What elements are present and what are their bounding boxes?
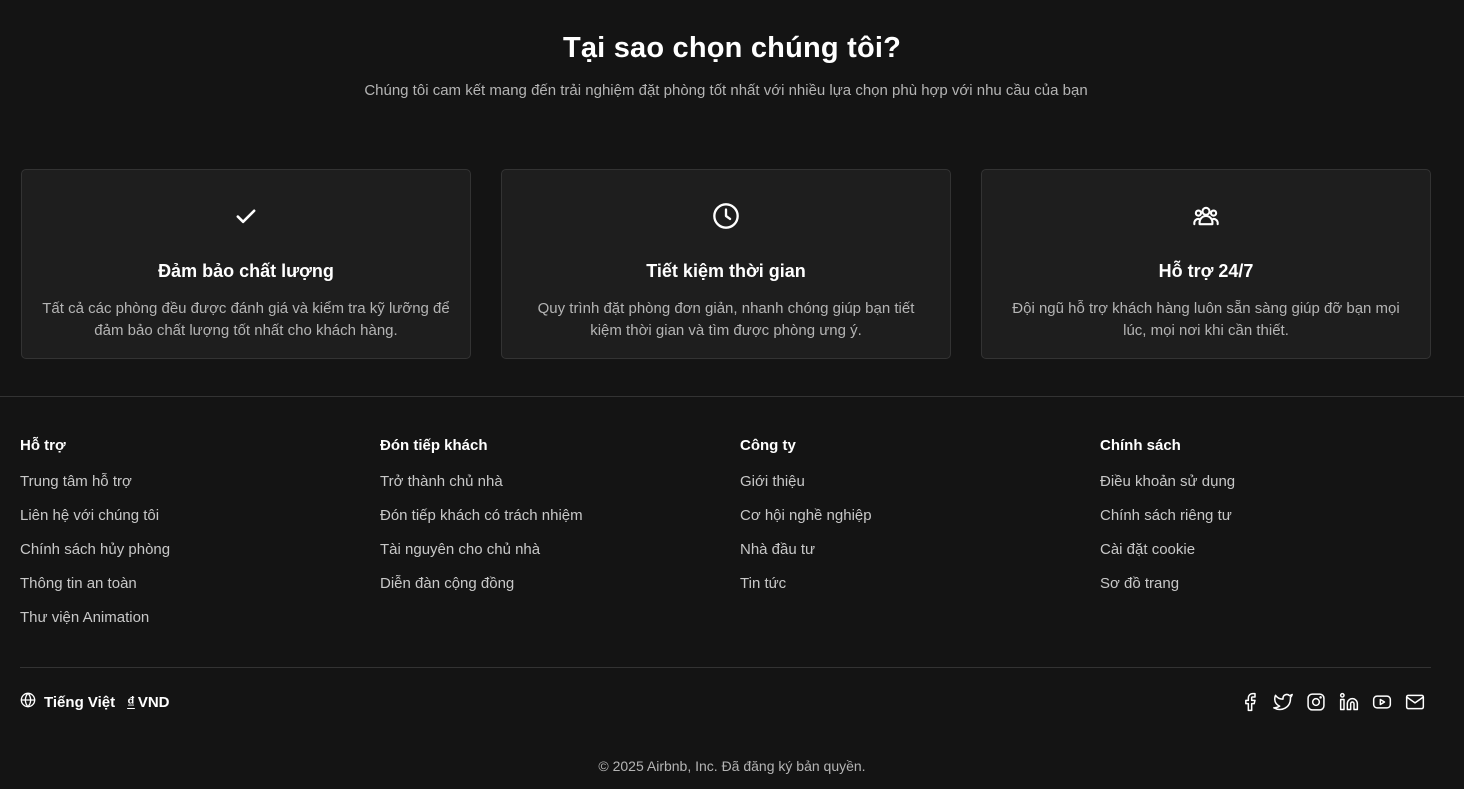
locale-settings: Tiếng Việt ₫ VND bbox=[20, 691, 170, 713]
card-description: Đội ngũ hỗ trợ khách hàng luôn sẵn sàng … bbox=[1012, 300, 1400, 339]
link-list: Trở thành chủ nhà Đón tiếp khách có trác… bbox=[380, 472, 720, 608]
footer-link[interactable]: Trung tâm hỗ trợ bbox=[20, 473, 132, 490]
footer-column-hosting: Đón tiếp khách Trở thành chủ nhà Đón tiế… bbox=[380, 436, 720, 608]
footer-column-company: Công ty Giới thiệu Cơ hội nghề nghiệp Nh… bbox=[740, 436, 1080, 608]
footer-columns: Hỗ trợ Trung tâm hỗ trợ Liên hệ với chún… bbox=[20, 436, 1450, 636]
footer-link[interactable]: Đón tiếp khách có trách nhiệm bbox=[380, 507, 583, 524]
footer-link[interactable]: Liên hệ với chúng tôi bbox=[20, 507, 159, 524]
section-subtitle: Chúng tôi cam kết mang đến trải nghiệm đ… bbox=[364, 82, 1088, 99]
youtube-icon[interactable] bbox=[1372, 692, 1392, 712]
footer-column-policy: Chính sách Điều khoản sử dụng Chính sách… bbox=[1100, 436, 1440, 608]
card-description: Quy trình đặt phòng đơn giản, nhanh chón… bbox=[537, 300, 915, 339]
linkedin-icon[interactable] bbox=[1339, 692, 1359, 712]
why-choose-us-section: Tại sao chọn chúng tôi? Chúng tôi cam kế… bbox=[0, 0, 1464, 397]
column-title: Chính sách bbox=[1100, 437, 1181, 454]
footer-link[interactable]: Thư viện Animation bbox=[20, 609, 149, 626]
column-title: Đón tiếp khách bbox=[380, 437, 488, 454]
footer-link[interactable]: Diễn đàn cộng đồng bbox=[380, 575, 514, 592]
language-label: Tiếng Việt bbox=[44, 693, 116, 711]
check-icon bbox=[22, 202, 470, 230]
footer-column-support: Hỗ trợ Trung tâm hỗ trợ Liên hệ với chún… bbox=[20, 436, 360, 642]
footer-link[interactable]: Giới thiệu bbox=[740, 473, 805, 490]
card-title: Tiết kiệm thời gian bbox=[646, 261, 806, 281]
footer-link[interactable]: Sơ đồ trang bbox=[1100, 575, 1179, 592]
link-list: Trung tâm hỗ trợ Liên hệ với chúng tôi C… bbox=[20, 472, 360, 642]
column-title: Hỗ trợ bbox=[20, 437, 66, 454]
column-title: Công ty bbox=[740, 437, 796, 454]
globe-icon bbox=[20, 692, 36, 712]
card-description: Tất cả các phòng đều được đánh giá và ki… bbox=[42, 300, 450, 339]
feature-card-quality: Đảm bảo chất lượng Tất cả các phòng đều … bbox=[21, 169, 471, 359]
users-icon bbox=[982, 202, 1430, 230]
footer-link[interactable]: Chính sách riêng tư bbox=[1100, 507, 1232, 524]
section-divider bbox=[0, 396, 1464, 397]
instagram-icon[interactable] bbox=[1306, 692, 1326, 712]
footer-link[interactable]: Chính sách hủy phòng bbox=[20, 541, 170, 558]
footer-link[interactable]: Cơ hội nghề nghiệp bbox=[740, 507, 872, 524]
link-list: Điều khoản sử dụng Chính sách riêng tư C… bbox=[1100, 472, 1440, 608]
feature-card-support: Hỗ trợ 24/7 Đội ngũ hỗ trợ khách hàng lu… bbox=[981, 169, 1431, 359]
footer-divider bbox=[20, 667, 1431, 668]
card-title: Đảm bảo chất lượng bbox=[158, 261, 334, 281]
social-links bbox=[1240, 691, 1425, 713]
language-selector[interactable]: Tiếng Việt bbox=[20, 692, 115, 712]
copyright-text: © 2025 Airbnb, Inc. Đã đăng ký bản quyền… bbox=[598, 758, 866, 774]
footer-link[interactable]: Điều khoản sử dụng bbox=[1100, 473, 1235, 490]
footer-link[interactable]: Thông tin an toàn bbox=[20, 575, 137, 592]
card-title: Hỗ trợ 24/7 bbox=[1158, 261, 1254, 281]
twitter-icon[interactable] bbox=[1273, 692, 1293, 712]
footer-link[interactable]: Tài nguyên cho chủ nhà bbox=[380, 541, 540, 558]
clock-icon bbox=[502, 202, 950, 230]
footer-link[interactable]: Tin tức bbox=[740, 575, 786, 592]
feature-card-time: Tiết kiệm thời gian Quy trình đặt phòng … bbox=[501, 169, 951, 359]
currency-selector[interactable]: ₫ VND bbox=[127, 694, 169, 711]
mail-icon[interactable] bbox=[1405, 692, 1425, 712]
facebook-icon[interactable] bbox=[1240, 692, 1260, 712]
footer-link[interactable]: Cài đặt cookie bbox=[1100, 541, 1195, 558]
currency-label: VND bbox=[137, 693, 170, 711]
section-title: Tại sao chọn chúng tôi? bbox=[562, 32, 902, 64]
footer-link[interactable]: Nhà đầu tư bbox=[740, 541, 815, 558]
link-list: Giới thiệu Cơ hội nghề nghiệp Nhà đầu tư… bbox=[740, 472, 1080, 608]
currency-symbol: ₫ bbox=[127, 693, 135, 711]
footer-link[interactable]: Trở thành chủ nhà bbox=[380, 473, 503, 490]
